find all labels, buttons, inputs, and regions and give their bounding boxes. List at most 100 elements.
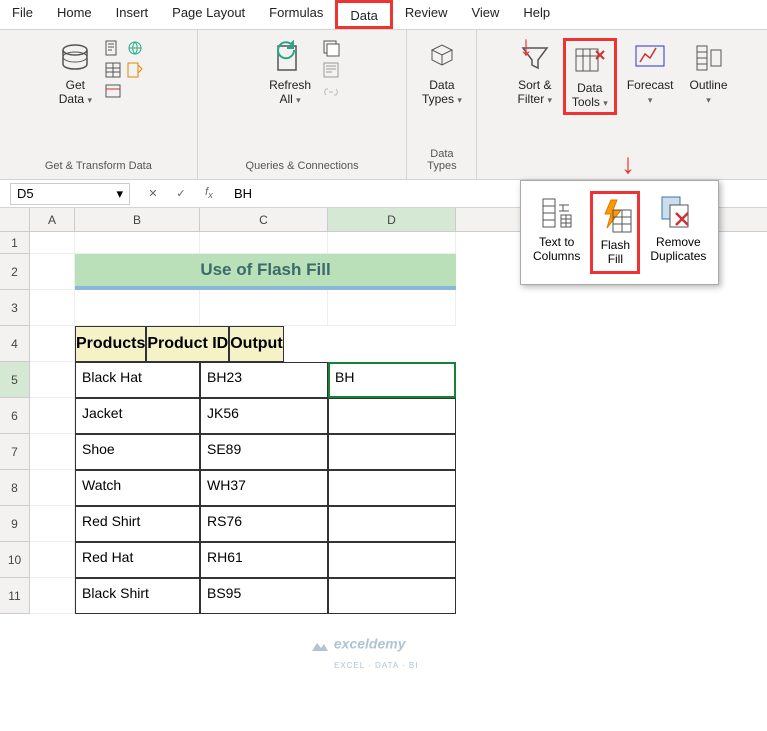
cell-D11[interactable] <box>328 578 456 614</box>
cell-C9[interactable]: RS76 <box>200 506 328 542</box>
header-output[interactable]: Output <box>229 326 283 362</box>
tab-formulas[interactable]: Formulas <box>257 0 335 29</box>
group-label-queries: Queries & Connections <box>246 160 359 175</box>
row-header-8[interactable]: 8 <box>0 470 30 506</box>
remove-duplicates-button[interactable]: RemoveDuplicates <box>646 191 710 274</box>
outline-button[interactable]: Outline▾ <box>684 38 734 109</box>
from-web-icon[interactable] <box>125 38 145 58</box>
name-box[interactable]: D5 ▾ <box>10 183 130 205</box>
row-3: 3 <box>0 290 767 326</box>
cell-A1[interactable] <box>30 232 75 254</box>
cell-B1[interactable] <box>75 232 200 254</box>
chevron-down-icon: ▾ <box>457 95 462 105</box>
recent-sources-icon[interactable] <box>125 60 145 80</box>
row-header-7[interactable]: 7 <box>0 434 30 470</box>
cell-A7[interactable] <box>30 434 75 470</box>
annotation-arrow-1: ↓ <box>519 32 533 60</box>
row-header-11[interactable]: 11 <box>0 578 30 614</box>
tab-view[interactable]: View <box>459 0 511 29</box>
cell-D7[interactable] <box>328 434 456 470</box>
cell-A3[interactable] <box>30 290 75 326</box>
cell-C7[interactable]: SE89 <box>200 434 328 470</box>
fx-icon[interactable]: fx <box>200 185 218 203</box>
row-header-6[interactable]: 6 <box>0 398 30 434</box>
from-text-icon[interactable] <box>103 38 123 58</box>
cell-B8[interactable]: Watch <box>75 470 200 506</box>
cell-D5[interactable]: BH <box>328 362 456 398</box>
col-header-C[interactable]: C <box>200 208 328 231</box>
data-tools-button[interactable]: DataTools ▾ <box>563 38 617 115</box>
cell-C8[interactable]: WH37 <box>200 470 328 506</box>
text-to-columns-button[interactable]: Text toColumns <box>529 191 584 274</box>
cell-D10[interactable] <box>328 542 456 578</box>
refresh-all-button[interactable]: RefreshAll ▾ <box>263 38 317 109</box>
queries-connections-icon[interactable] <box>321 38 341 58</box>
cell-D9[interactable] <box>328 506 456 542</box>
outline-icon <box>691 40 727 76</box>
row-header-3[interactable]: 3 <box>0 290 30 326</box>
get-data-button[interactable]: GetData ▾ <box>51 38 99 109</box>
cell-C10[interactable]: RH61 <box>200 542 328 578</box>
cell-B7[interactable]: Shoe <box>75 434 200 470</box>
title-cell[interactable]: Use of Flash Fill <box>75 254 456 290</box>
cell-A4[interactable] <box>30 326 75 362</box>
cell-C11[interactable]: BS95 <box>200 578 328 614</box>
cell-B3[interactable] <box>75 290 200 326</box>
col-header-A[interactable]: A <box>30 208 75 231</box>
tab-insert[interactable]: Insert <box>104 0 161 29</box>
cell-B11[interactable]: Black Shirt <box>75 578 200 614</box>
header-product-id[interactable]: Product ID <box>146 326 229 362</box>
tab-file[interactable]: File <box>0 0 45 29</box>
cell-B9[interactable]: Red Shirt <box>75 506 200 542</box>
tab-home[interactable]: Home <box>45 0 104 29</box>
forecast-button[interactable]: Forecast▾ <box>621 38 680 109</box>
data-types-button[interactable]: DataTypes ▾ <box>416 38 468 109</box>
row-header-4[interactable]: 4 <box>0 326 30 362</box>
row-header-9[interactable]: 9 <box>0 506 30 542</box>
tab-pagelayout[interactable]: Page Layout <box>160 0 257 29</box>
cell-A9[interactable] <box>30 506 75 542</box>
enter-formula-icon[interactable]: ✓ <box>172 185 190 203</box>
row-header-5[interactable]: 5 <box>0 362 30 398</box>
cell-A11[interactable] <box>30 578 75 614</box>
select-all-corner[interactable] <box>0 208 30 231</box>
cell-C1[interactable] <box>200 232 328 254</box>
chevron-down-icon: ▾ <box>706 95 711 105</box>
row-header-10[interactable]: 10 <box>0 542 30 578</box>
properties-icon[interactable] <box>321 60 341 80</box>
text-to-columns-label: Text toColumns <box>533 235 580 264</box>
row-header-2[interactable]: 2 <box>0 254 30 290</box>
cell-B6[interactable]: Jacket <box>75 398 200 434</box>
tab-help[interactable]: Help <box>511 0 562 29</box>
edit-links-icon[interactable] <box>321 82 341 102</box>
col-header-D[interactable]: D <box>328 208 456 231</box>
cell-A10[interactable] <box>30 542 75 578</box>
cell-A6[interactable] <box>30 398 75 434</box>
cell-C3[interactable] <box>200 290 328 326</box>
cell-D1[interactable] <box>328 232 456 254</box>
cell-D3[interactable] <box>328 290 456 326</box>
cell-C5[interactable]: BH23 <box>200 362 328 398</box>
from-table-icon[interactable] <box>103 60 123 80</box>
tab-data[interactable]: Data <box>335 0 392 29</box>
formula-input[interactable] <box>228 184 368 203</box>
cell-A2[interactable] <box>30 254 75 290</box>
row-header-1[interactable]: 1 <box>0 232 30 254</box>
cell-A8[interactable] <box>30 470 75 506</box>
header-products[interactable]: Products <box>75 326 146 362</box>
chevron-down-icon: ▾ <box>603 98 608 108</box>
flash-fill-button[interactable]: FlashFill <box>590 191 640 274</box>
cell-A5[interactable] <box>30 362 75 398</box>
cell-B5[interactable]: Black Hat <box>75 362 200 398</box>
cell-C6[interactable]: JK56 <box>200 398 328 434</box>
row-10: 10 Red Hat RH61 <box>0 542 767 578</box>
col-header-B[interactable]: B <box>75 208 200 231</box>
cancel-formula-icon[interactable]: ✕ <box>144 185 162 203</box>
cell-D6[interactable] <box>328 398 456 434</box>
cell-B10[interactable]: Red Hat <box>75 542 200 578</box>
cell-D8[interactable] <box>328 470 456 506</box>
data-types-icon <box>424 40 460 76</box>
sort-filter-button[interactable]: Sort &Filter ▾ <box>511 38 559 109</box>
tab-review[interactable]: Review <box>393 0 460 29</box>
existing-connections-icon[interactable] <box>103 82 123 102</box>
